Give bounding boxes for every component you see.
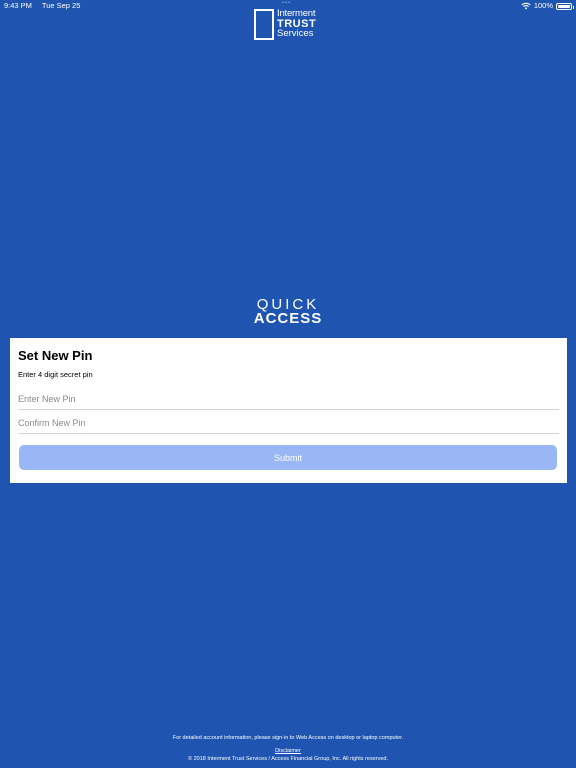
submit-button[interactable]: Submit — [19, 445, 557, 470]
logo-mark-icon — [254, 9, 274, 40]
wifi-icon — [521, 2, 531, 10]
status-time: 9:43 PM — [4, 1, 32, 10]
set-pin-card: Set New Pin Enter 4 digit secret pin Sub… — [10, 338, 567, 483]
status-date: Tue Sep 25 — [41, 1, 81, 10]
battery-percent: 100% — [533, 1, 553, 10]
footer-info: For detailed account information, please… — [172, 735, 404, 741]
confirm-pin-input[interactable] — [18, 412, 559, 434]
footer-copyright: © 2018 Interment Trust Services / Access… — [188, 756, 388, 762]
new-pin-input[interactable] — [18, 388, 559, 410]
battery-fill — [558, 4, 570, 8]
status-right: 100% — [521, 0, 574, 12]
logo-text: Interment TRUST Services — [277, 9, 316, 39]
logo-line-services: Services — [277, 28, 314, 39]
brand-access: ACCESS — [253, 310, 323, 327]
set-pin-title: Set New Pin — [18, 348, 93, 363]
set-pin-subtitle: Enter 4 digit secret pin — [18, 370, 93, 379]
battery-icon — [556, 2, 574, 10]
quick-access-brand: QUICK ACCESS — [0, 297, 576, 327]
interment-trust-logo: Interment TRUST Services — [254, 9, 326, 43]
status-left: 9:43 PM Tue Sep 25 — [4, 0, 88, 12]
disclaimer-link[interactable]: Disclaimer — [0, 748, 576, 754]
